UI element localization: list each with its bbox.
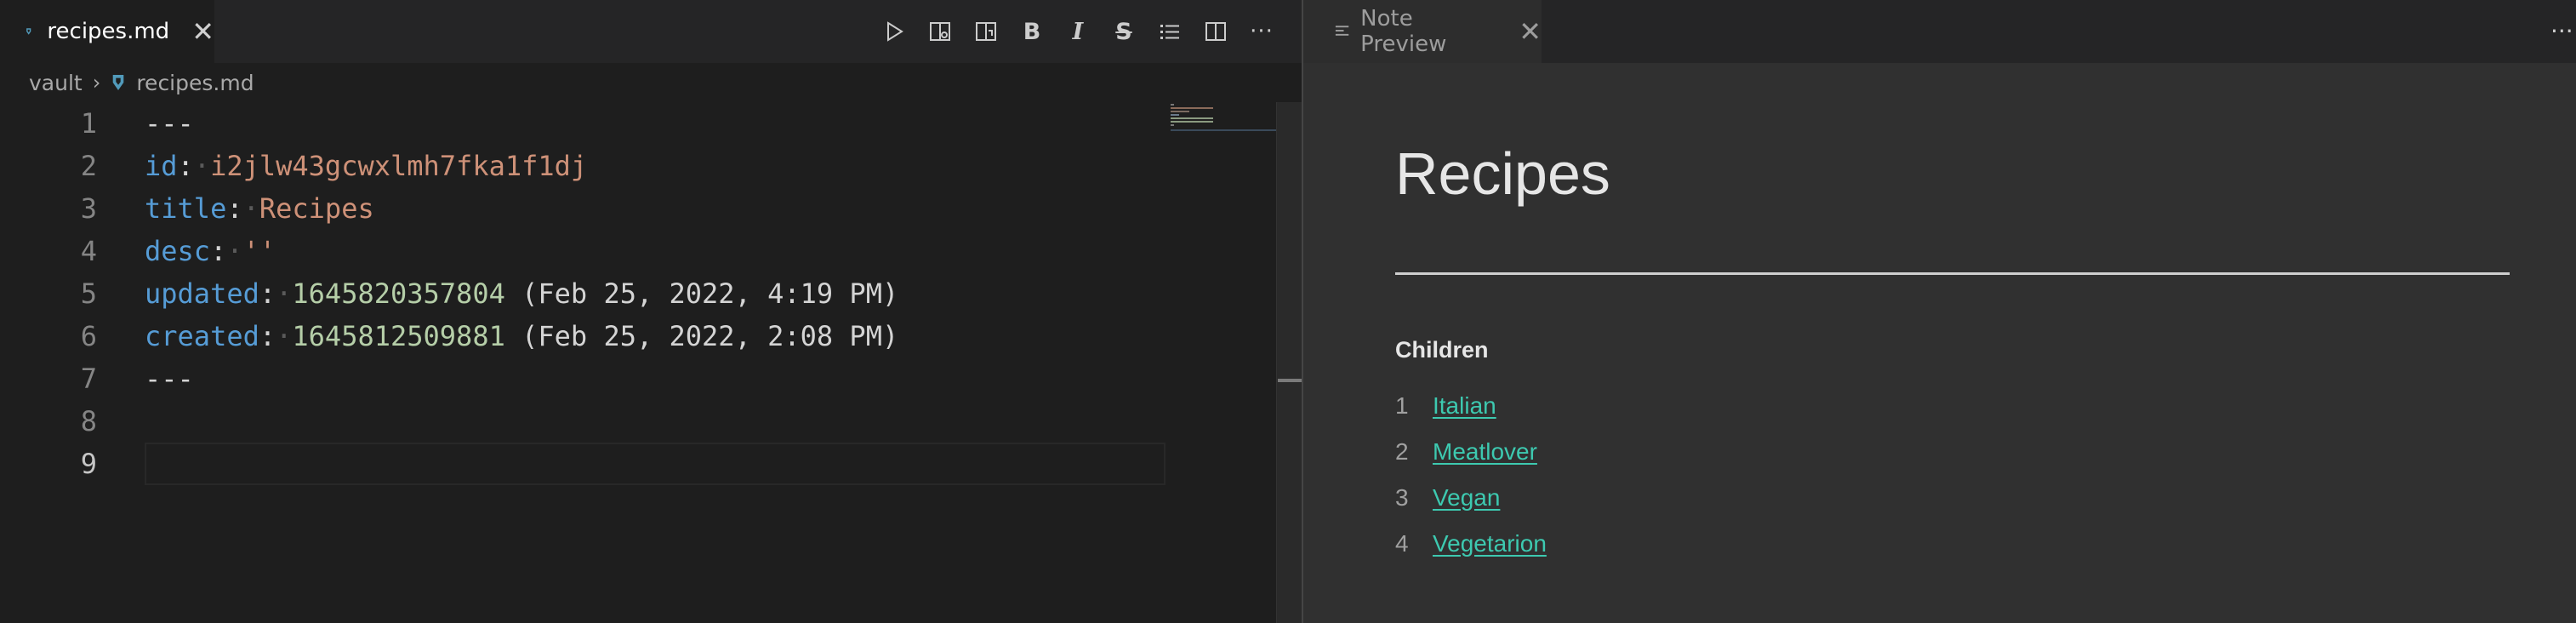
line-content: --- <box>145 107 194 140</box>
code-token: · <box>193 150 211 182</box>
code-token: · <box>242 192 259 225</box>
code-line[interactable]: 9 <box>0 443 1174 485</box>
code-line[interactable]: 6 created:·1645812509881 (Feb 25, 2022, 2… <box>0 315 1174 357</box>
markdown-file-icon <box>26 28 31 35</box>
code-token: --- <box>145 107 194 140</box>
code-token: --- <box>145 363 194 395</box>
tab-recipes-md[interactable]: recipes.md ✕ <box>0 0 214 63</box>
code-line[interactable]: 7 --- <box>0 357 1174 400</box>
line-number: 5 <box>80 277 97 310</box>
line-content: desc:·'' <box>145 235 276 267</box>
preview-group: Note Preview ✕ ··· Recipes Children 1 Ita… <box>1303 0 2576 623</box>
tab-label: Note Preview <box>1360 6 1447 57</box>
list-item-number: 1 <box>1395 392 1409 419</box>
code-line[interactable]: 5 updated:·1645820357804 (Feb 25, 2022, 4… <box>0 272 1174 315</box>
list-item: 3 Vegan <box>1395 475 1547 521</box>
line-content: updated:·1645820357804 (Feb 25, 2022, 4:… <box>145 277 898 310</box>
line-number: 9 <box>80 448 97 480</box>
preview-side-icon[interactable] <box>963 9 1009 54</box>
tab-note-preview[interactable]: Note Preview ✕ <box>1303 0 1542 63</box>
more-actions-icon[interactable]: ··· <box>1239 9 1285 54</box>
code-token: (Feb 25, 2022, 2:08 PM) <box>504 320 899 352</box>
run-icon[interactable] <box>871 9 917 54</box>
list-item: 4 Vegetarion <box>1395 521 1547 567</box>
line-content: --- <box>145 363 194 395</box>
code-line[interactable]: 4 desc:·'' <box>0 230 1174 272</box>
breadcrumb-file-label: recipes.md <box>136 70 254 95</box>
bold-icon[interactable]: B <box>1009 9 1055 54</box>
code-token: created <box>145 320 259 352</box>
code-token: : <box>210 235 227 267</box>
code-token: updated <box>145 277 259 310</box>
title-divider <box>1395 272 2510 275</box>
code-token: Recipes <box>259 192 374 225</box>
code-token: i2jlw43gcwxlmh7fka1f1dj <box>210 150 588 182</box>
code-token: '' <box>242 235 276 267</box>
code-token: (Feb 25, 2022, 4:19 PM) <box>504 277 899 310</box>
breadcrumb-folder[interactable]: vault <box>29 71 83 95</box>
code-token: title <box>145 192 227 225</box>
code-line[interactable]: 3 title:·Recipes <box>0 187 1174 230</box>
list-item-number: 4 <box>1395 530 1409 557</box>
italic-icon[interactable]: I <box>1055 9 1101 54</box>
code-token: 1645820357804 <box>292 277 505 310</box>
editor-scrollbar[interactable] <box>1276 102 1302 623</box>
list-icon[interactable] <box>1147 9 1193 54</box>
markdown-file-icon <box>113 75 124 90</box>
code-token: 1645812509881 <box>292 320 505 352</box>
code-line[interactable]: 8 <box>0 400 1174 443</box>
code-token: : <box>259 320 276 352</box>
close-tab-icon[interactable]: ✕ <box>191 18 214 45</box>
code-token: : <box>177 150 194 182</box>
line-content: id:·i2jlw43gcwxlmh7fka1f1dj <box>145 150 587 182</box>
list-item: 1 Italian <box>1395 383 1547 429</box>
children-heading: Children <box>1395 337 1489 363</box>
line-number: 6 <box>80 320 97 352</box>
scrollbar-cursor-marker <box>1278 379 1302 382</box>
code-token: id <box>145 150 178 182</box>
line-content: created:·1645812509881 (Feb 25, 2022, 2:… <box>145 320 898 352</box>
preview-tab-bar: Note Preview ✕ ··· <box>1303 0 2576 63</box>
breadcrumb-file[interactable]: recipes.md <box>111 71 254 95</box>
child-note-link[interactable]: Vegan <box>1433 484 1500 512</box>
strikethrough-icon[interactable]: S <box>1101 9 1147 54</box>
line-number: 1 <box>80 107 97 140</box>
list-item-number: 2 <box>1395 438 1409 465</box>
editor-tab-bar: recipes.md ✕ B I S ··· <box>0 0 1302 63</box>
code-token: · <box>276 320 293 352</box>
code-line[interactable]: 2 id:·i2jlw43gcwxlmh7fka1f1dj <box>0 145 1174 187</box>
note-title: Recipes <box>1395 140 1610 207</box>
code-token: · <box>226 235 243 267</box>
code-token: : <box>226 192 243 225</box>
open-preview-icon[interactable] <box>917 9 963 54</box>
child-note-link[interactable]: Meatlover <box>1433 438 1537 466</box>
line-number: 7 <box>80 363 97 395</box>
code-token: · <box>276 277 293 310</box>
code-line[interactable]: 1 --- <box>0 102 1174 145</box>
minimap[interactable] <box>1171 102 1276 153</box>
preview-content: Recipes Children 1 Italian 2 Meatlover 3 Vega… <box>1395 102 2510 557</box>
line-number: 2 <box>80 150 97 182</box>
tab-label: recipes.md <box>47 19 170 44</box>
preview-icon <box>1335 26 1349 36</box>
code-editor[interactable]: 1 --- 2 id:·i2jlw43gcwxlmh7fka1f1dj 3 title:·… <box>0 102 1276 623</box>
line-number: 3 <box>80 192 97 225</box>
more-actions-icon[interactable]: ··· <box>2550 17 2576 46</box>
breadcrumb-separator: › <box>92 71 101 94</box>
close-tab-icon[interactable]: ✕ <box>1519 18 1542 45</box>
code-token: desc <box>145 235 211 267</box>
line-number: 4 <box>80 235 97 267</box>
child-note-link[interactable]: Italian <box>1433 392 1496 420</box>
list-item-number: 3 <box>1395 484 1409 511</box>
editor-toolbar: B I S ··· <box>871 0 1302 63</box>
line-number: 8 <box>80 405 97 437</box>
code-token: : <box>259 277 276 310</box>
line-content: title:·Recipes <box>145 192 374 225</box>
split-editor-icon[interactable] <box>1193 9 1239 54</box>
editor-group: recipes.md ✕ B I S ··· vault › recipes.m… <box>0 0 1302 623</box>
child-note-link[interactable]: Vegetarion <box>1433 530 1547 557</box>
list-item: 2 Meatlover <box>1395 429 1547 475</box>
breadcrumb: vault › recipes.md <box>0 63 1302 102</box>
children-list: 1 Italian 2 Meatlover 3 Vegan 4 Vegetarion <box>1395 383 1547 567</box>
